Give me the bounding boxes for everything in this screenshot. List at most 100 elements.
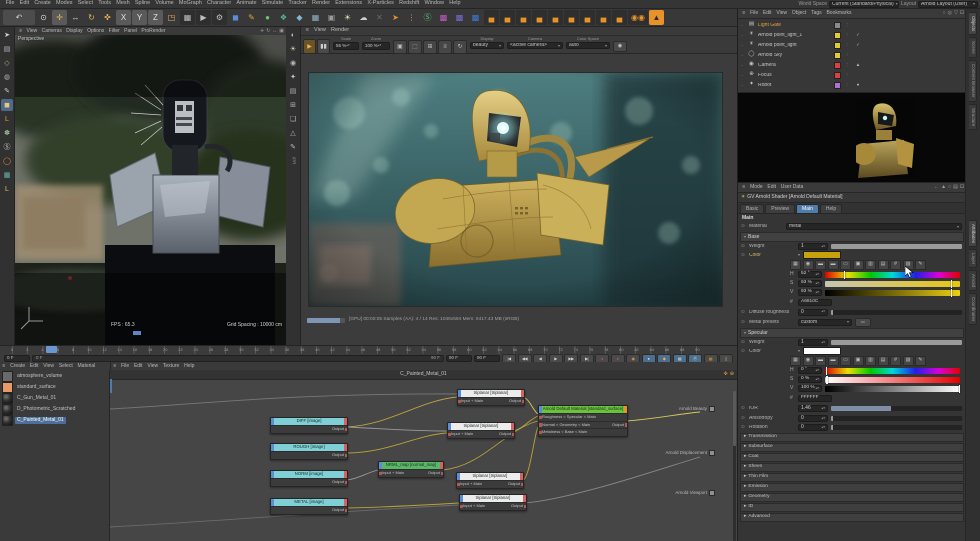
- toolbar-add-cube-icon[interactable]: ◼: [228, 10, 243, 25]
- anim-dot-icon[interactable]: ⊙: [741, 319, 746, 325]
- om-header-icon-1[interactable]: ◎: [948, 11, 952, 16]
- ipr-pause-button[interactable]: ▮▮: [317, 39, 330, 54]
- perspective-viewport[interactable]: ≡ View Cameras Display Options Filter Panel Pro…: [15, 27, 286, 345]
- object-item-robot[interactable]: – ✦ Robot ∶ ●: [738, 80, 966, 90]
- toolbar-uv-edit-icon[interactable]: ▩: [436, 10, 451, 25]
- om-menu-burger-icon[interactable]: ≡: [740, 11, 748, 16]
- object-layer-chip[interactable]: [834, 31, 841, 39]
- vertical-tab-structure[interactable]: Structure: [969, 103, 977, 130]
- ipr-camera-lock-icon[interactable]: ◉: [613, 41, 627, 52]
- attr-header-icon-4[interactable]: ⊡: [960, 185, 964, 190]
- base-weight-field[interactable]: 1 ▴▾: [798, 243, 828, 250]
- picker-mode-icon-6[interactable]: ▥: [865, 355, 876, 366]
- toolbar-mograph-cloner-icon[interactable]: ❖: [276, 10, 291, 25]
- node-editor-tab-title[interactable]: C_Painted_Metal_01: [400, 372, 447, 377]
- ior-slider[interactable]: [831, 406, 962, 411]
- specular-sat-slider[interactable]: [825, 375, 960, 384]
- menu-tracker[interactable]: Tracker: [286, 1, 310, 7]
- node-menu-help[interactable]: Help: [182, 363, 197, 369]
- ipr-camera-dropdown[interactable]: <active camera> ▾: [507, 42, 563, 49]
- side-layer-l2-icon[interactable]: L: [1, 183, 13, 195]
- node-tri1[interactable]: triplanar [triplanar] Input + Main Output: [457, 389, 525, 406]
- side-sculpt-s-icon[interactable]: Ⓢ: [1, 141, 13, 153]
- viewport-menu-display[interactable]: Display: [64, 28, 85, 34]
- object-expand-icon[interactable]: –: [741, 43, 745, 47]
- end-frame-field-2[interactable]: 90 F: [474, 355, 500, 362]
- picker-mode-icon-0[interactable]: ▦: [790, 259, 801, 270]
- graph-output-arnold-viewport[interactable]: Arnold Viewport: [675, 490, 715, 496]
- toolbar-pen-spline-icon[interactable]: ✎: [244, 10, 259, 25]
- object-expand-icon[interactable]: –: [741, 53, 745, 57]
- toolbar-undo-icon[interactable]: ↶: [3, 10, 35, 25]
- toolbar-live-selection-icon[interactable]: ⊙: [36, 10, 51, 25]
- toolbar-scale-icon[interactable]: ↔: [68, 10, 83, 25]
- specular-sat-field[interactable]: 0 % ▴▾: [798, 376, 822, 383]
- toolbar-arnold-6-icon[interactable]: ▄: [564, 10, 579, 25]
- toolbar-light-icon[interactable]: ☀: [340, 10, 355, 25]
- toolbar-arnold-1-icon[interactable]: ▄: [484, 10, 499, 25]
- anisotropy-slider[interactable]: [831, 416, 962, 421]
- material-menu-create[interactable]: Create: [8, 363, 28, 369]
- node-port-in[interactable]: [458, 399, 461, 403]
- end-frame-field[interactable]: 90 F: [446, 355, 472, 362]
- specular-hue-slider[interactable]: [825, 366, 960, 375]
- attr-header-icon-3[interactable]: ▤: [953, 185, 958, 190]
- attr-menu-user-data[interactable]: User Data: [778, 185, 805, 190]
- viewport-menu-options[interactable]: Options: [85, 28, 107, 34]
- vertical-tab-scene[interactable]: Scene: [969, 37, 977, 59]
- ipr-half-res-icon[interactable]: ◐: [287, 29, 299, 41]
- menu-mesh[interactable]: Mesh: [114, 1, 133, 7]
- ipr-display-dropdown[interactable]: beauty ▾: [470, 42, 504, 49]
- node-port-in[interactable]: [379, 471, 382, 475]
- anim-dot-icon[interactable]: ⊙: [741, 425, 746, 430]
- menu-window[interactable]: Window: [422, 1, 447, 7]
- picker-mode-icon-5[interactable]: ▣: [852, 259, 864, 270]
- current-frame-field[interactable]: 0 F: [4, 355, 30, 362]
- om-menu-object[interactable]: Object: [789, 11, 808, 16]
- node-rough[interactable]: ROUGH [image] Output: [270, 443, 348, 460]
- viewport-menu-filter[interactable]: Filter: [106, 28, 122, 34]
- node-tab-icon-0[interactable]: ✜: [724, 372, 728, 377]
- menu-redshift[interactable]: Redshift: [397, 1, 422, 7]
- object-visibility-dots[interactable]: ∶: [843, 62, 851, 68]
- section-transmission[interactable]: ▸ Transmission: [740, 433, 964, 442]
- picker-mode-icon-2[interactable]: ▬: [815, 355, 826, 366]
- node-port-in[interactable]: [457, 482, 460, 486]
- object-layer-chip[interactable]: [834, 71, 841, 79]
- material-item-d-photometric-scratched[interactable]: D_Photometric_Scratched: [0, 404, 109, 415]
- specular-color-swatch[interactable]: [803, 347, 842, 355]
- picker-mode-icon-3[interactable]: ▬: [827, 355, 839, 366]
- side-grid-tex-icon[interactable]: ▦: [1, 169, 13, 181]
- vertical-tab-objects[interactable]: Objects: [969, 12, 977, 36]
- node-port-out[interactable]: [520, 482, 523, 486]
- menu-mograph[interactable]: MoGraph: [176, 1, 204, 7]
- toolbar-arnold-7-icon[interactable]: ▄: [580, 10, 595, 25]
- ipr-debug-icon[interactable]: △: [287, 127, 299, 139]
- ipr-scale-field[interactable]: 55 % ▴▾: [333, 42, 359, 50]
- menu-create[interactable]: Create: [32, 1, 54, 7]
- specular-weight-field[interactable]: 1 ▴▾: [798, 339, 828, 346]
- menu-x-particles[interactable]: X-Particles: [365, 1, 397, 7]
- vertical-tab-coordinates[interactable]: Coordinates: [969, 293, 977, 326]
- metal-presets-apply-button[interactable]: ▭: [855, 317, 871, 327]
- menu-volume[interactable]: Volume: [153, 1, 177, 7]
- object-visibility-dots[interactable]: ∶: [843, 52, 851, 58]
- viewport-nav-icon-2[interactable]: ↔: [272, 28, 277, 34]
- picker-mode-icon-10[interactable]: ✎: [915, 259, 926, 270]
- object-expand-icon[interactable]: –: [741, 73, 745, 77]
- node-menu-burger-icon[interactable]: ≡: [111, 363, 119, 369]
- anim-dot-icon[interactable]: ⊙: [741, 224, 746, 229]
- object-item-focus[interactable]: – ⊕ Focus ∶: [738, 70, 966, 80]
- menu-help[interactable]: Help: [447, 1, 464, 7]
- object-item-light-gate[interactable]: – ▤ Light Gate ∶: [738, 20, 966, 30]
- side-view-pane-icon[interactable]: ▤: [1, 43, 13, 55]
- menu-modes[interactable]: Modes: [53, 1, 75, 7]
- node-port-out[interactable]: [344, 427, 347, 431]
- toolbar-plugin-a-icon[interactable]: ▩: [452, 10, 467, 25]
- om-menu-view[interactable]: View: [774, 11, 790, 16]
- section-id[interactable]: ▸ ID: [740, 503, 964, 512]
- node-port-out[interactable]: [521, 399, 524, 403]
- vertical-tab-layer[interactable]: Layer: [969, 248, 977, 269]
- toolbar-arnold-3-icon[interactable]: ▄: [516, 10, 531, 25]
- toolbar-arnold-ipr-icon[interactable]: ◉◉: [628, 10, 648, 25]
